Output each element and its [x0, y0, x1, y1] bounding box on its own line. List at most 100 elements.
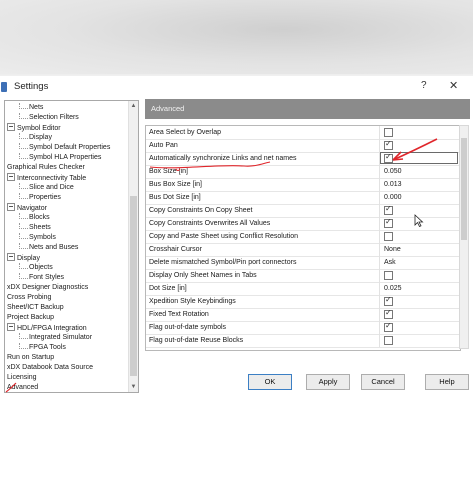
- settings-row[interactable]: Crosshair Cursor None: [146, 243, 460, 257]
- tree-item-label: Properties: [29, 194, 61, 201]
- setting-value[interactable]: 0.013: [384, 179, 402, 190]
- collapse-icon[interactable]: [7, 123, 15, 131]
- tree-item[interactable]: FPGA Tools: [19, 343, 66, 353]
- tree-item-label: Sheet/ICT Backup: [7, 304, 64, 311]
- settings-row[interactable]: Delete mismatched Symbol/Pin port connec…: [146, 256, 460, 270]
- tree-item[interactable]: Symbol HLA Properties: [19, 153, 101, 163]
- grid-scroll-thumb[interactable]: [461, 138, 467, 240]
- tree-item-label: xDX Databook Data Source: [7, 364, 93, 371]
- apply-button[interactable]: Apply: [306, 374, 350, 390]
- tree-item[interactable]: Display: [7, 253, 40, 263]
- setting-checkbox[interactable]: [384, 271, 393, 280]
- scroll-up-icon[interactable]: ▲: [130, 102, 137, 110]
- setting-checkbox[interactable]: [384, 204, 393, 215]
- settings-row[interactable]: Dot Size [in] 0.025: [146, 282, 460, 296]
- grid-scrollbar[interactable]: [459, 125, 469, 349]
- setting-checkbox[interactable]: [384, 232, 393, 241]
- collapse-icon[interactable]: [7, 203, 15, 211]
- close-button[interactable]: ✕: [449, 79, 458, 92]
- setting-checkbox[interactable]: [384, 321, 393, 332]
- tree-item[interactable]: Slice and Dice: [19, 183, 74, 193]
- tree-item-label: Run on Startup: [7, 354, 55, 361]
- settings-row[interactable]: Copy Constraints Overwrites All Values: [146, 217, 460, 231]
- tree-item[interactable]: Symbol Editor: [7, 123, 61, 133]
- tree-item[interactable]: Display: [19, 133, 52, 143]
- tree-item[interactable]: xDX Databook Data Source: [7, 363, 93, 373]
- column-divider: [379, 269, 380, 282]
- settings-row[interactable]: Flag out-of-date symbols: [146, 321, 460, 335]
- collapse-icon[interactable]: [7, 323, 15, 331]
- setting-value[interactable]: Ask: [384, 257, 396, 268]
- tree-item[interactable]: Selection Filters: [19, 113, 79, 123]
- tree-item[interactable]: Sheet/ICT Backup: [7, 303, 64, 313]
- tree-item[interactable]: Navigator: [7, 203, 47, 213]
- setting-value[interactable]: 0.025: [384, 283, 402, 294]
- tree-connector: [19, 103, 28, 109]
- setting-checkbox[interactable]: [384, 295, 393, 306]
- column-divider: [379, 243, 380, 256]
- tree-item[interactable]: Symbols: [19, 233, 56, 243]
- tree-item[interactable]: Font Styles: [19, 273, 65, 283]
- annotation-underline: [149, 161, 271, 171]
- tree-item[interactable]: Objects: [19, 263, 53, 273]
- setting-value[interactable]: 0.050: [384, 166, 402, 177]
- tree-scroll-thumb[interactable]: [130, 196, 137, 376]
- tree-item-label: Symbol Default Properties: [29, 144, 111, 151]
- ok-button[interactable]: OK: [248, 374, 292, 390]
- help-button[interactable]: Help: [425, 374, 469, 390]
- settings-row[interactable]: Xpedition Style Keybindings: [146, 295, 460, 309]
- tree-item[interactable]: Run on Startup: [7, 353, 54, 363]
- tree-item[interactable]: Cross Probing: [7, 293, 51, 303]
- tree-item[interactable]: Nets and Buses: [19, 243, 78, 253]
- tree-scrollbar[interactable]: ▲ ▼: [128, 101, 138, 392]
- help-title-button[interactable]: ?: [421, 80, 427, 91]
- column-divider: [379, 204, 380, 217]
- tree-item[interactable]: Interconnectivity Table: [7, 173, 86, 183]
- tree-connector: [19, 153, 28, 159]
- tree-item[interactable]: Properties: [19, 193, 61, 203]
- column-divider: [379, 178, 380, 191]
- setting-label: Flag out-of-date Reuse Blocks: [149, 337, 244, 344]
- setting-label: Area Select by Overlap: [149, 129, 221, 136]
- tree-connector: [19, 243, 28, 249]
- setting-label: Crosshair Cursor: [149, 246, 202, 253]
- tree-item-label: Slice and Dice: [29, 184, 74, 191]
- settings-row[interactable]: Bus Box Size [in] 0.013: [146, 178, 460, 192]
- settings-row[interactable]: Bus Dot Size [in] 0.000: [146, 191, 460, 205]
- settings-category-tree[interactable]: ▲ ▼ Nets Selection Filters Symbol Editor Di…: [4, 100, 139, 393]
- collapse-icon[interactable]: [7, 253, 15, 261]
- settings-row[interactable]: Display Only Sheet Names in Tabs: [146, 269, 460, 283]
- setting-label: Dot Size [in]: [149, 285, 187, 292]
- setting-label: Display Only Sheet Names in Tabs: [149, 272, 257, 279]
- setting-value[interactable]: 0.000: [384, 192, 402, 203]
- tree-item[interactable]: Integrated Simulator: [19, 333, 92, 343]
- tree-connector: [19, 133, 28, 139]
- setting-value[interactable]: None: [384, 244, 401, 255]
- tree-item[interactable]: Symbol Default Properties: [19, 143, 111, 153]
- setting-label: Delete mismatched Symbol/Pin port connec…: [149, 259, 297, 266]
- tree-item-label: Font Styles: [29, 274, 65, 281]
- collapse-icon[interactable]: [7, 173, 15, 181]
- tree-item[interactable]: Nets: [19, 103, 43, 113]
- tree-connector: [19, 263, 28, 269]
- tree-item-label: Objects: [29, 264, 53, 271]
- settings-row[interactable]: Copy and Paste Sheet using Conflict Reso…: [146, 230, 460, 244]
- settings-row[interactable]: Fixed Text Rotation: [146, 308, 460, 322]
- tree-item[interactable]: Blocks: [19, 213, 50, 223]
- setting-checkbox[interactable]: [384, 217, 393, 228]
- annotation-arrow-icon: [392, 138, 438, 161]
- tree-item[interactable]: Project Backup: [7, 313, 54, 323]
- tree-item-label: FPGA Tools: [29, 344, 66, 351]
- settings-row[interactable]: Flag out-of-date Reuse Blocks: [146, 334, 460, 348]
- settings-row[interactable]: Copy Constraints On Copy Sheet: [146, 204, 460, 218]
- setting-checkbox[interactable]: [384, 336, 393, 345]
- tree-item[interactable]: xDX Designer Diagnostics: [7, 283, 88, 293]
- cancel-button[interactable]: Cancel: [361, 374, 405, 390]
- tree-item-label: Interconnectivity Table: [17, 175, 87, 182]
- scroll-down-icon[interactable]: ▼: [130, 383, 137, 391]
- setting-checkbox[interactable]: [384, 308, 393, 319]
- tree-item[interactable]: HDL/FPGA Integration: [7, 323, 87, 333]
- tree-item[interactable]: Graphical Rules Checker: [7, 163, 85, 173]
- tree-item[interactable]: Sheets: [19, 223, 51, 233]
- setting-label: Bus Box Size [in]: [149, 181, 202, 188]
